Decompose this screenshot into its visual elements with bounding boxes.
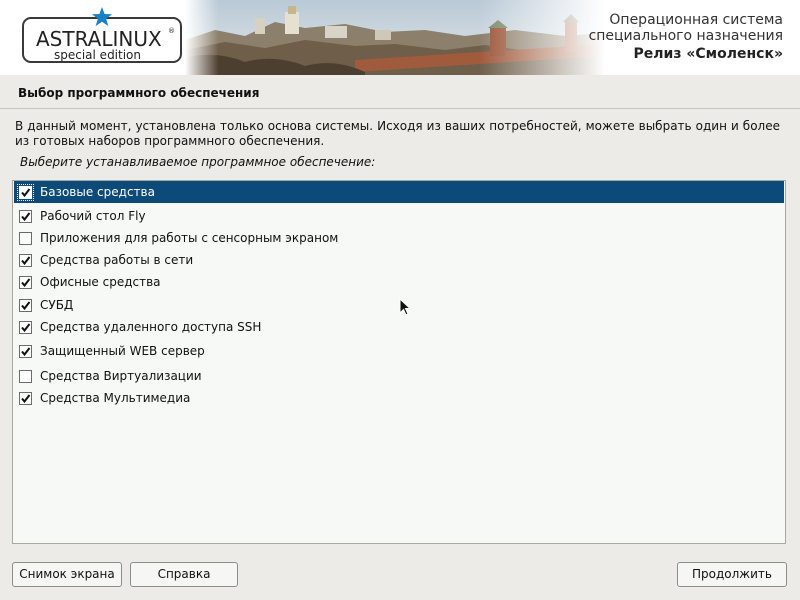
logo-star-icon — [92, 7, 112, 26]
checkbox-checked-icon[interactable] — [19, 321, 32, 334]
software-list[interactable]: Базовые средства Рабочий стол Fly Приложен… — [12, 180, 786, 544]
help-button[interactable]: Справка — [130, 562, 238, 587]
software-list-item[interactable]: Приложения для работы с сенсорным экрано… — [14, 227, 784, 249]
software-list-item[interactable]: Средства Мультимедиа — [14, 387, 784, 409]
page-title: Выбор программного обеспечения — [18, 86, 260, 100]
page-description: В данный момент, установлена только осно… — [15, 119, 780, 148]
software-list-item-label: Базовые средства — [40, 185, 155, 199]
selection-prompt: Выберите устанавливаемое программное обе… — [20, 155, 376, 169]
installer-window: ASTRALINUX ® special edition Операционна… — [0, 0, 800, 600]
software-list-item-label: Приложения для работы с сенсорным экрано… — [40, 231, 339, 245]
software-list-item[interactable]: Рабочий стол Fly — [14, 205, 784, 227]
checkbox-checked-icon[interactable] — [17, 184, 34, 201]
software-list-item-label: Средства Виртуализации — [40, 369, 202, 383]
os-name-line2: специального назначения — [588, 28, 783, 44]
mouse-pointer-icon — [399, 298, 411, 316]
software-list-item[interactable]: Защищенный WEB сервер — [14, 340, 784, 362]
checkbox-checked-icon[interactable] — [19, 299, 32, 312]
logo-edition: special edition — [54, 48, 142, 62]
checkbox-unchecked-icon[interactable] — [19, 370, 32, 383]
checkbox-checked-icon[interactable] — [19, 254, 32, 267]
city-panorama-image — [185, 0, 605, 75]
checkbox-checked-icon[interactable] — [19, 276, 32, 289]
software-list-item[interactable]: Средства работы в сети — [14, 249, 784, 271]
software-list-item-label: Средства работы в сети — [40, 253, 194, 267]
software-list-item-label: Рабочий стол Fly — [40, 209, 146, 223]
software-list-item-label: Защищенный WEB сервер — [40, 344, 205, 358]
os-release: Релиз «Смоленск» — [633, 46, 783, 62]
software-list-item[interactable]: Средства Виртуализации — [14, 365, 784, 387]
checkbox-unchecked-icon[interactable] — [19, 232, 32, 245]
software-list-item[interactable]: Базовые средства — [14, 181, 784, 203]
software-list-item[interactable]: Средства удаленного доступа SSH — [14, 316, 784, 338]
logo-registered-mark: ® — [168, 27, 175, 35]
checkbox-checked-icon[interactable] — [19, 345, 32, 358]
divider — [0, 108, 800, 109]
software-list-item-label: СУБД — [40, 298, 74, 312]
software-list-item-label: Средства Мультимедиа — [40, 391, 191, 405]
header-banner: ASTRALINUX ® special edition Операционна… — [0, 0, 800, 75]
software-list-item-label: Средства удаленного доступа SSH — [40, 320, 262, 334]
screenshot-button[interactable]: Снимок экрана — [12, 562, 122, 587]
software-list-item[interactable]: Офисные средства — [14, 271, 784, 293]
checkbox-checked-icon[interactable] — [19, 392, 32, 405]
continue-button[interactable]: Продолжить — [677, 562, 787, 587]
software-list-item-label: Офисные средства — [40, 275, 161, 289]
checkbox-checked-icon[interactable] — [19, 210, 32, 223]
